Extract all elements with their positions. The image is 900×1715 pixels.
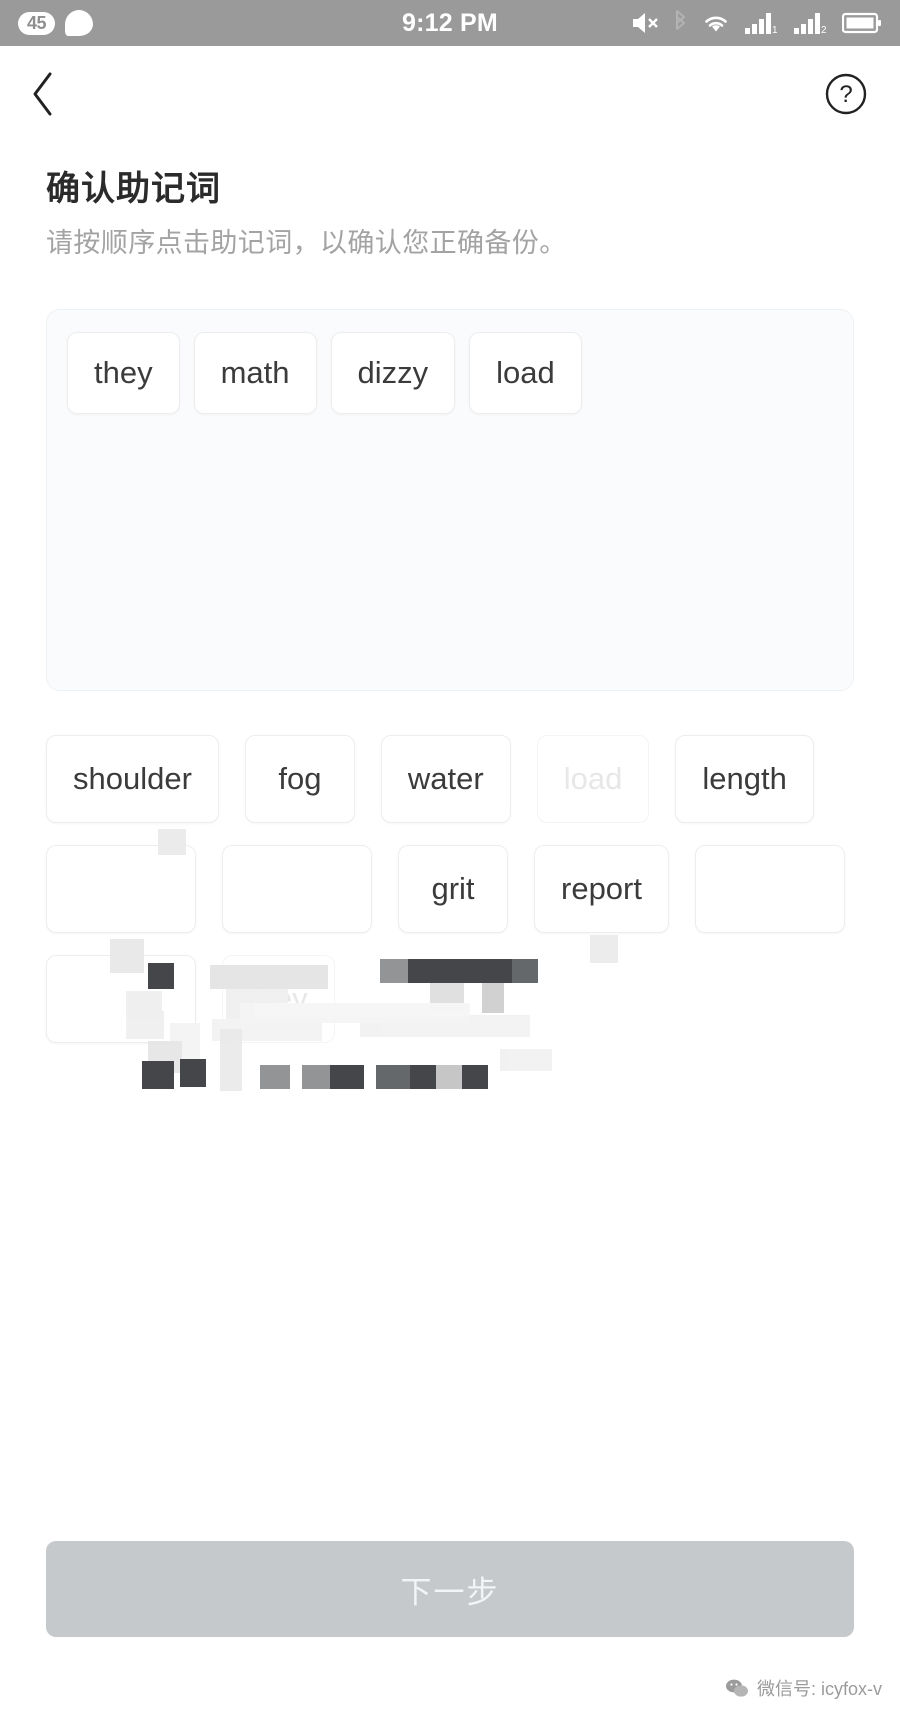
chat-bubble-icon bbox=[65, 10, 94, 36]
status-bar-left: 45 bbox=[18, 10, 94, 36]
back-button[interactable] bbox=[28, 69, 72, 123]
word-bank-chip-used: load bbox=[536, 734, 650, 823]
svg-text:?: ? bbox=[839, 81, 852, 108]
word-bank-chip[interactable]: grit bbox=[398, 844, 508, 933]
page-header: 确认助记词 请按顺序点击助记词，以确认您正确备份。 bbox=[0, 146, 900, 261]
svg-text:2: 2 bbox=[821, 25, 827, 36]
cellular-signal-1-icon: 1 bbox=[744, 10, 780, 36]
notification-count-badge: 45 bbox=[18, 11, 56, 35]
selected-word-chip[interactable]: they bbox=[67, 331, 180, 414]
next-button[interactable]: 下一步 bbox=[46, 1541, 854, 1637]
selected-word-chip[interactable]: load bbox=[469, 331, 582, 414]
status-bar-right: 1 2 bbox=[630, 10, 882, 36]
question-mark-circle-icon: ? bbox=[823, 71, 869, 122]
word-bank-chip-used: they bbox=[222, 954, 335, 1043]
word-bank-chip[interactable]: report bbox=[534, 844, 669, 933]
navigation-bar: ? bbox=[0, 46, 900, 146]
wifi-icon bbox=[701, 11, 731, 35]
footer-actions: 下一步 bbox=[46, 1541, 854, 1637]
selected-word-chip[interactable]: math bbox=[193, 331, 317, 414]
word-bank[interactable]: shoulder fog water load length grit report they bbox=[46, 734, 854, 1091]
watermark-text: 微信号: icyfox-v bbox=[756, 1679, 882, 1699]
status-bar: 45 9:12 PM 1 2 bbox=[0, 0, 900, 46]
selected-word-chip[interactable]: dizzy bbox=[330, 331, 456, 414]
word-bank-chip[interactable] bbox=[46, 954, 196, 1043]
selected-mnemonic-area[interactable]: they math dizzy load bbox=[46, 308, 854, 691]
cellular-signal-2-icon: 2 bbox=[793, 10, 829, 36]
volume-mute-icon bbox=[630, 10, 660, 36]
bluetooth-icon bbox=[673, 10, 688, 36]
word-bank-chip[interactable]: water bbox=[380, 734, 511, 823]
word-bank-chip[interactable] bbox=[222, 844, 372, 933]
help-button[interactable]: ? bbox=[822, 72, 870, 120]
word-bank-chip[interactable]: length bbox=[675, 734, 814, 823]
svg-text:1: 1 bbox=[772, 25, 778, 36]
word-bank-chip[interactable]: shoulder bbox=[46, 734, 219, 823]
word-bank-chip[interactable] bbox=[46, 844, 196, 933]
page-title: 确认助记词 bbox=[46, 170, 221, 208]
page-subtitle: 请按顺序点击助记词，以确认您正确备份。 bbox=[46, 227, 567, 258]
wechat-icon bbox=[725, 1678, 749, 1698]
chevron-left-icon bbox=[28, 70, 58, 123]
word-bank-chip[interactable] bbox=[694, 844, 845, 933]
wechat-watermark: 微信号: icyfox-v bbox=[725, 1675, 882, 1701]
battery-icon bbox=[842, 11, 882, 35]
word-bank-chip[interactable]: fog bbox=[244, 734, 355, 823]
